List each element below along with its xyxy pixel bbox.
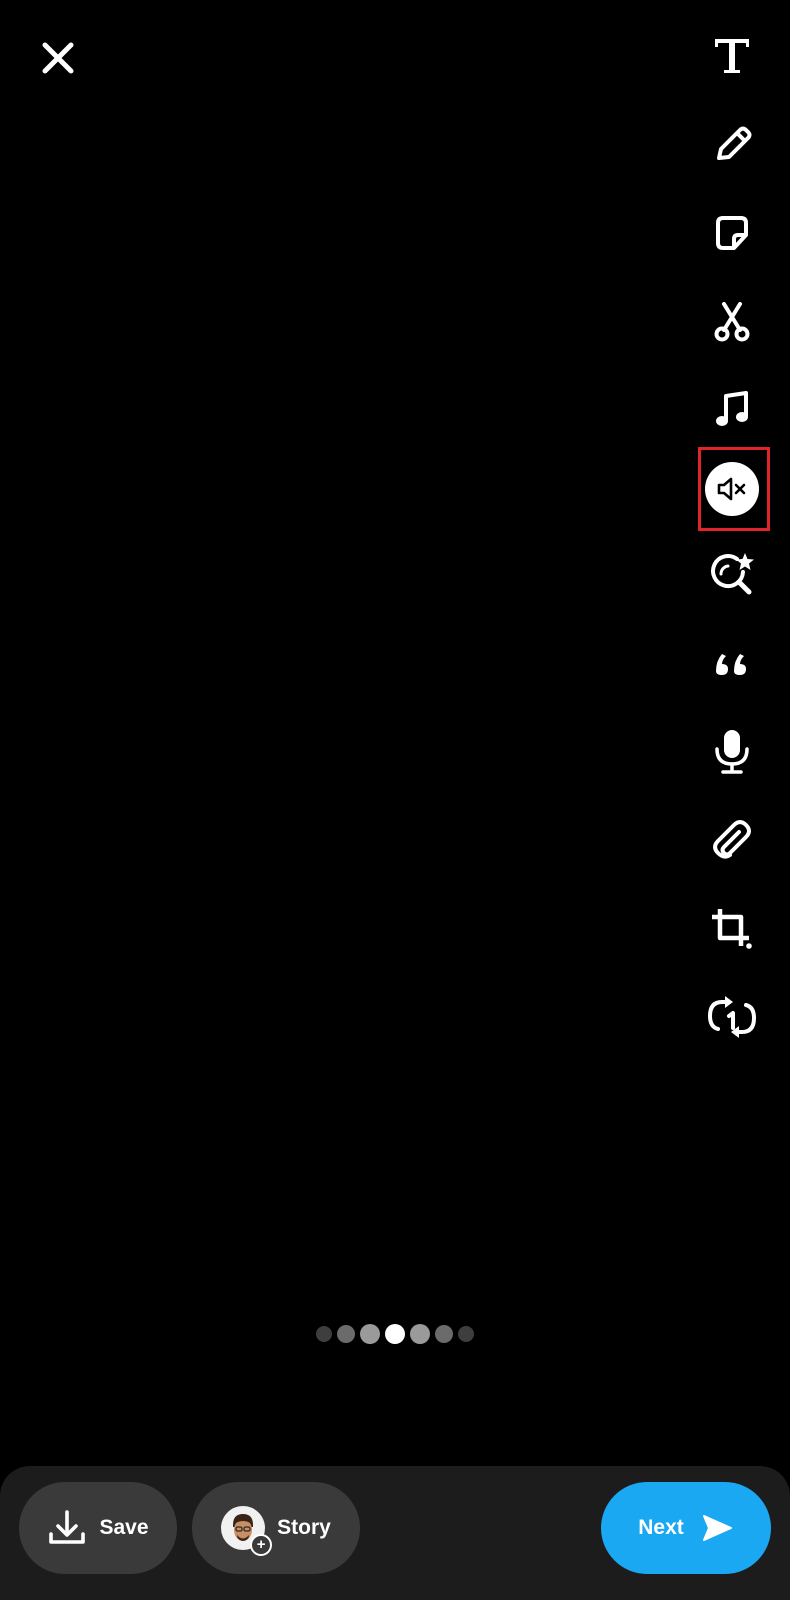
- voice-tool-button[interactable]: [680, 716, 784, 786]
- crop-icon: [712, 909, 752, 949]
- pencil-icon: [717, 126, 752, 160]
- scissors-tool-button[interactable]: [680, 287, 784, 357]
- quote-tool-button[interactable]: [680, 628, 784, 698]
- story-button[interactable]: + Story: [192, 1482, 360, 1574]
- draw-tool-button[interactable]: [680, 110, 784, 180]
- lens-sparkle-icon: [711, 553, 754, 595]
- snap-editor-screen: Save + Story Next: [0, 0, 790, 1600]
- page-dot[interactable]: [435, 1325, 453, 1343]
- attachment-tool-button[interactable]: [680, 806, 784, 876]
- page-dot[interactable]: [360, 1324, 380, 1344]
- crop-tool-button[interactable]: [680, 894, 784, 964]
- next-button[interactable]: Next: [601, 1482, 771, 1574]
- send-arrow-icon: [702, 1515, 732, 1541]
- bottom-action-bar: Save + Story Next: [0, 1466, 790, 1600]
- page-dot[interactable]: [316, 1326, 332, 1342]
- download-icon: [49, 1510, 86, 1544]
- close-button[interactable]: [36, 36, 80, 80]
- page-dot[interactable]: [410, 1324, 430, 1344]
- text-T-icon: [715, 39, 749, 73]
- avatar: +: [221, 1506, 273, 1556]
- quote-icon: [716, 654, 746, 675]
- story-label: Story: [277, 1516, 331, 1539]
- page-dot-active[interactable]: [385, 1324, 405, 1344]
- loop-once-icon: [707, 996, 757, 1038]
- loop-tool-button[interactable]: [680, 982, 784, 1052]
- page-dot[interactable]: [458, 1326, 474, 1342]
- add-story-plus-icon: +: [250, 1534, 273, 1556]
- close-icon: [42, 42, 74, 74]
- mute-highlight-box: [698, 447, 770, 531]
- page-dot[interactable]: [337, 1325, 355, 1343]
- save-label: Save: [99, 1516, 149, 1539]
- microphone-icon: [715, 730, 749, 774]
- music-note-icon: [716, 391, 748, 426]
- music-tool-button[interactable]: [680, 375, 784, 445]
- sticker-tool-button[interactable]: [680, 198, 784, 268]
- next-label: Next: [638, 1516, 684, 1539]
- sticker-icon: [716, 216, 748, 250]
- media-page-dots: [0, 1324, 790, 1344]
- text-tool-button[interactable]: [680, 20, 784, 90]
- lens-search-tool-button[interactable]: [680, 540, 784, 610]
- paperclip-icon: [713, 820, 751, 859]
- scissors-icon: [714, 302, 750, 342]
- save-button[interactable]: Save: [19, 1482, 177, 1574]
